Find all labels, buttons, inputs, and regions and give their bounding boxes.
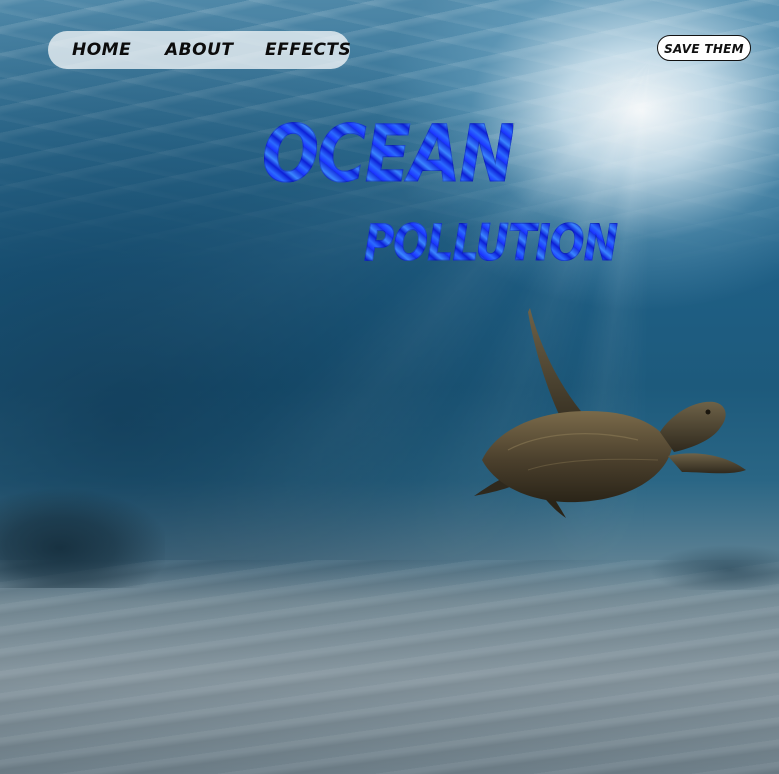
hero-title-pollution: POLLUTION <box>364 214 619 273</box>
side-flipper <box>668 453 746 474</box>
hero-title-ocean: OCEAN <box>262 110 516 201</box>
save-them-button[interactable]: SAVE THEM <box>657 35 751 61</box>
coral-reef-right <box>640 540 779 590</box>
sea-turtle-image <box>474 308 746 518</box>
hero-page: HOME ABOUT EFFECTS SAVE THEM OCEAN POLLU… <box>0 0 779 774</box>
coral-reef-left <box>0 488 165 588</box>
sandy-seafloor <box>0 560 779 774</box>
turtle-head <box>660 401 726 452</box>
turtle-shell <box>482 410 672 503</box>
nav-link-home[interactable]: HOME <box>72 31 131 69</box>
nav-link-about[interactable]: ABOUT <box>165 31 233 69</box>
nav-link-effects[interactable]: EFFECTS <box>265 31 351 69</box>
main-nav: HOME ABOUT EFFECTS <box>48 31 351 69</box>
